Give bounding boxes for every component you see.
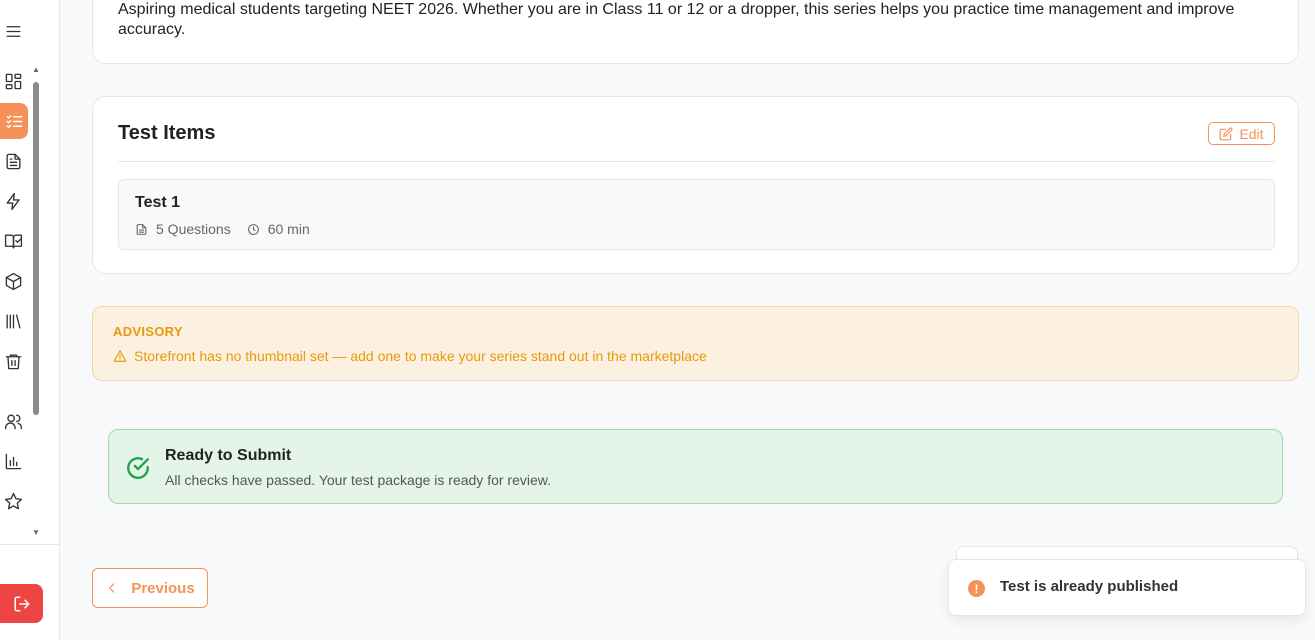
advisory-title: ADVISORY bbox=[113, 324, 183, 339]
star-icon[interactable] bbox=[2, 490, 24, 512]
bar-chart-icon[interactable] bbox=[2, 450, 24, 472]
book-check-icon[interactable] bbox=[2, 230, 24, 252]
document-icon[interactable] bbox=[2, 150, 24, 172]
test-name: Test 1 bbox=[135, 194, 181, 211]
logout-button[interactable] bbox=[0, 584, 43, 623]
edit-button[interactable]: Edit bbox=[1208, 122, 1275, 145]
advisory-banner: ADVISORY Storefront has no thumbnail set… bbox=[92, 306, 1299, 381]
document-icon bbox=[136, 223, 147, 235]
check-circle-icon bbox=[125, 455, 151, 481]
edit-icon bbox=[1220, 127, 1233, 140]
previous-button[interactable]: Previous bbox=[92, 568, 208, 608]
toast-notification[interactable]: ! Test is already published bbox=[948, 559, 1306, 616]
ready-title: Ready to Submit bbox=[165, 447, 292, 464]
clock-icon bbox=[247, 223, 259, 235]
scroll-down-icon[interactable]: ▼ bbox=[31, 528, 41, 538]
description-card: Aspiring medical students targeting NEET… bbox=[92, 0, 1299, 64]
ready-subtitle: All checks have passed. Your test packag… bbox=[165, 472, 551, 488]
previous-label: Previous bbox=[131, 579, 195, 597]
scroll-thumb[interactable] bbox=[33, 82, 39, 415]
chevron-left-icon bbox=[109, 583, 115, 593]
warning-icon bbox=[113, 350, 127, 362]
advisory-message: Storefront has no thumbnail set — add on… bbox=[134, 348, 707, 364]
scroll-up-icon[interactable]: ▲ bbox=[31, 65, 41, 75]
test-items-title: Test Items bbox=[118, 122, 216, 144]
dashboard-icon[interactable] bbox=[2, 70, 24, 92]
logout-icon bbox=[14, 596, 29, 611]
advisory-message-row: Storefront has no thumbnail set — add on… bbox=[113, 348, 707, 364]
users-icon[interactable] bbox=[2, 410, 24, 432]
test-meta: 5 Questions 60 min bbox=[135, 221, 310, 237]
sidebar: ▲ ▼ bbox=[0, 0, 60, 640]
test-item[interactable]: Test 1 5 Questions 60 min bbox=[118, 179, 1275, 250]
alert-icon: ! bbox=[968, 580, 985, 597]
toast-message: Test is already published bbox=[1000, 578, 1179, 595]
duration: 60 min bbox=[267, 221, 310, 237]
series-description: Aspiring medical students targeting NEET… bbox=[118, 1, 1235, 38]
menu-icon[interactable] bbox=[2, 20, 24, 42]
package-icon[interactable] bbox=[2, 270, 24, 292]
edit-label: Edit bbox=[1239, 125, 1264, 142]
divider bbox=[118, 161, 1275, 162]
sidebar-scrollbar[interactable]: ▲ ▼ bbox=[30, 65, 42, 541]
lightning-icon[interactable] bbox=[2, 190, 24, 212]
test-items-card: Test Items Edit Test 1 5 Questions 60 mi… bbox=[92, 96, 1299, 274]
trash-icon[interactable] bbox=[2, 350, 24, 372]
library-icon[interactable] bbox=[2, 310, 24, 332]
list-check-icon[interactable] bbox=[0, 103, 28, 139]
question-count: 5 Questions bbox=[156, 221, 231, 237]
sidebar-divider bbox=[0, 544, 60, 545]
ready-to-submit-banner: Ready to Submit All checks have passed. … bbox=[108, 429, 1283, 504]
